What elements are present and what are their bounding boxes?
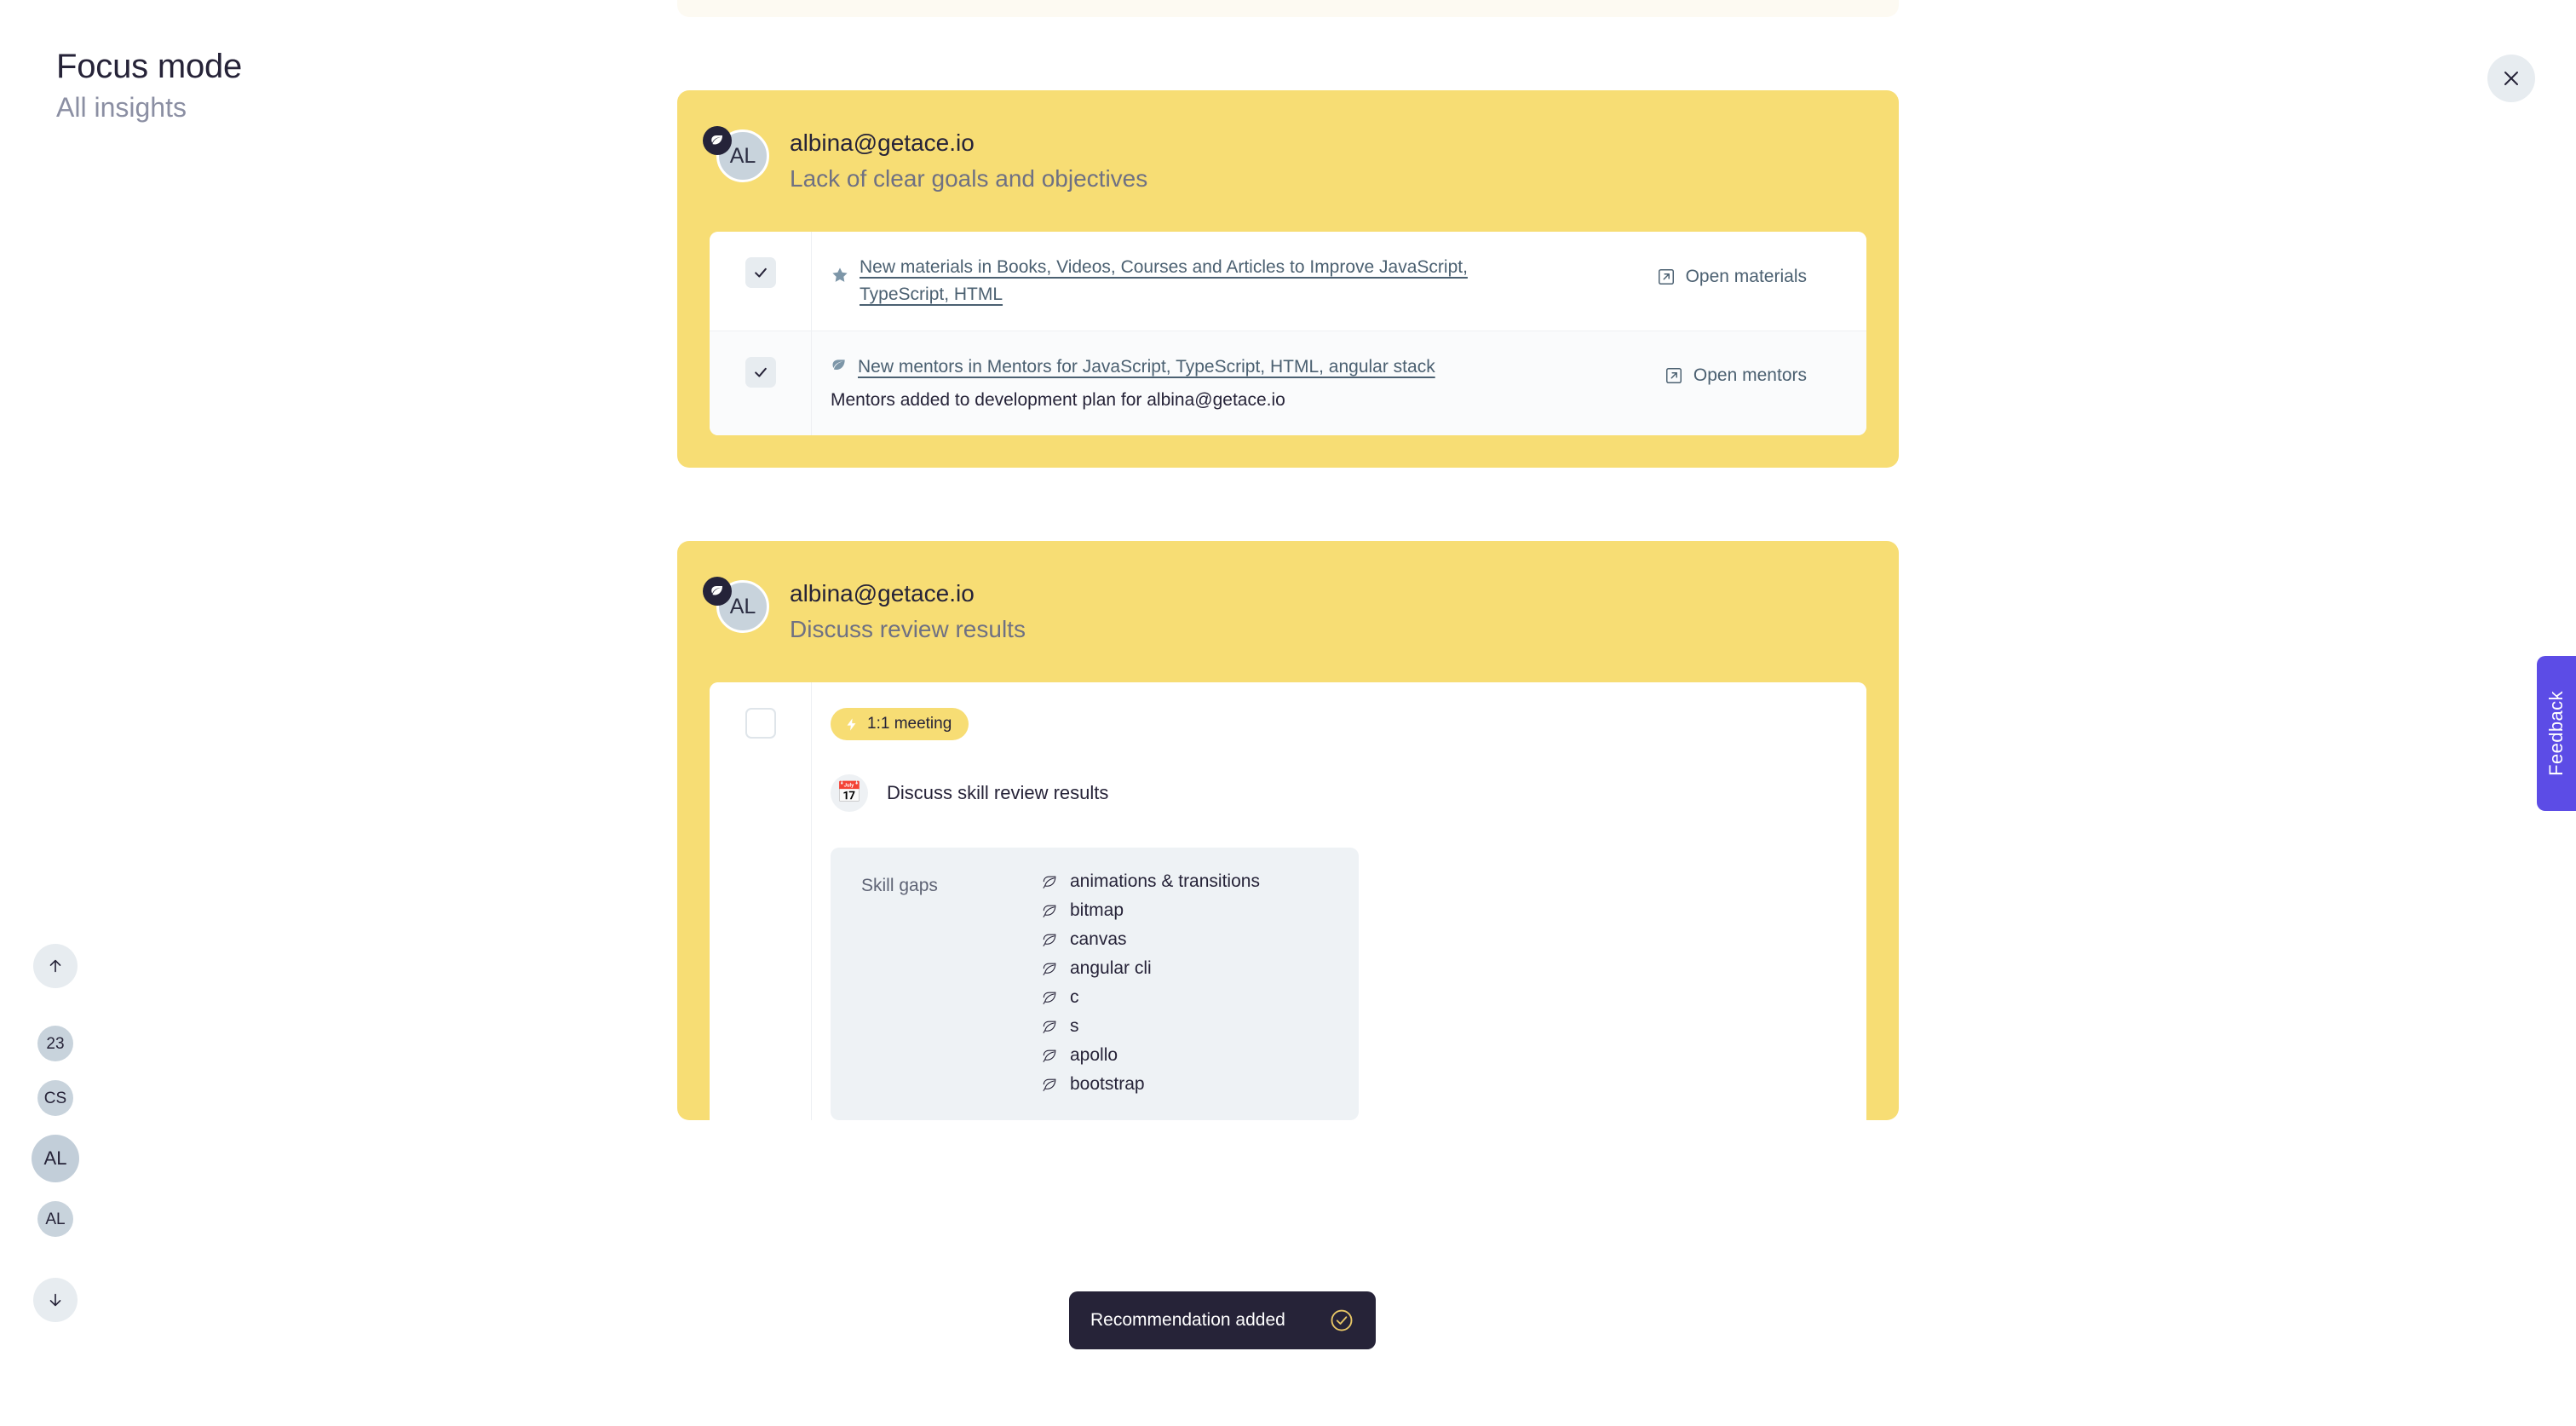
leaf-icon bbox=[1042, 1048, 1058, 1064]
arrow-up-icon bbox=[46, 957, 65, 975]
leaf-icon bbox=[1042, 1077, 1058, 1093]
rail-avatar-label: CS bbox=[43, 1089, 67, 1107]
skill-gap-item: apollo bbox=[1042, 1045, 1260, 1066]
insight-card-goals: AL albina@getace.io Lack of clear goals … bbox=[677, 90, 1899, 468]
toast-message: Recommendation added bbox=[1090, 1310, 1285, 1330]
rail-avatar-2-active[interactable]: AL bbox=[32, 1135, 79, 1182]
check-icon bbox=[752, 264, 769, 281]
skill-gap-label: apollo bbox=[1070, 1045, 1118, 1065]
scroll-up-button[interactable] bbox=[33, 944, 78, 988]
insight-card-review: AL albina@getace.io Discuss review resul… bbox=[677, 541, 1899, 1120]
card-body: 1:1 meeting 📅 Discuss skill review resul… bbox=[710, 682, 1866, 1120]
calendar-icon: 📅 bbox=[831, 774, 868, 812]
skill-gap-label: c bbox=[1070, 987, 1079, 1007]
leaf-icon bbox=[703, 577, 732, 606]
leaf-icon bbox=[1042, 874, 1058, 890]
card-email: albina@getace.io bbox=[790, 580, 975, 607]
skill-gap-label: bootstrap bbox=[1070, 1074, 1145, 1094]
toast-notification: Recommendation added bbox=[1069, 1291, 1376, 1349]
card-header-text: albina@getace.io Discuss review results bbox=[790, 577, 1026, 645]
rail-avatar-1[interactable]: CS bbox=[37, 1080, 73, 1116]
meeting-type-label: 1:1 meeting bbox=[867, 715, 952, 733]
row-checkbox-checked[interactable] bbox=[745, 257, 776, 288]
page-subtitle: All insights bbox=[56, 92, 187, 123]
leaf-icon bbox=[1042, 932, 1058, 948]
leaf-icon bbox=[703, 126, 732, 155]
check-icon bbox=[752, 364, 769, 381]
card-email: albina@getace.io bbox=[790, 129, 975, 156]
avatar: AL bbox=[703, 577, 769, 636]
arrow-down-icon bbox=[46, 1291, 65, 1309]
page-title: Focus mode bbox=[56, 48, 243, 85]
skill-gap-item: c bbox=[1042, 987, 1260, 1008]
card-body: New materials in Books, Videos, Courses … bbox=[710, 232, 1866, 435]
rail-avatar-label: AL bbox=[45, 1210, 66, 1228]
recommendation-subtext: Mentors added to development plan for al… bbox=[831, 390, 1285, 410]
page-header: Focus mode All insights bbox=[56, 46, 242, 124]
card-subtitle: Discuss review results bbox=[790, 616, 1026, 642]
row-checkbox-column bbox=[710, 682, 812, 1120]
meeting-row: 1:1 meeting 📅 Discuss skill review resul… bbox=[710, 682, 1866, 1120]
skill-gap-label: canvas bbox=[1070, 929, 1127, 949]
skill-gaps-list: animations & transitions bitmap canvas angu… bbox=[1042, 871, 1260, 1095]
open-mentors-label: Open mentors bbox=[1693, 365, 1807, 385]
avatar: AL bbox=[703, 126, 769, 186]
lightning-icon bbox=[844, 717, 859, 732]
leaf-icon bbox=[1042, 961, 1058, 977]
meeting-title: Discuss skill review results bbox=[887, 782, 1109, 803]
leaf-icon bbox=[1042, 990, 1058, 1006]
meeting-content: 1:1 meeting 📅 Discuss skill review resul… bbox=[812, 682, 1866, 1120]
close-button[interactable] bbox=[2487, 55, 2535, 102]
rail-avatar-label: AL bbox=[43, 1147, 67, 1169]
rail-avatar-0[interactable]: 23 bbox=[37, 1026, 73, 1061]
skill-gap-item: animations & transitions bbox=[1042, 871, 1260, 892]
open-materials-button[interactable]: Open materials bbox=[1657, 267, 1807, 287]
rail-avatar-3[interactable]: AL bbox=[37, 1201, 73, 1237]
left-rail: 23 CS AL AL bbox=[32, 944, 79, 1322]
insight-cards-column: AL albina@getace.io Lack of clear goals … bbox=[677, 0, 1899, 1120]
star-icon bbox=[831, 266, 849, 285]
skill-gap-item: s bbox=[1042, 1016, 1260, 1037]
recommendation-link[interactable]: New materials in Books, Videos, Courses … bbox=[860, 254, 1532, 308]
skill-gap-item: canvas bbox=[1042, 929, 1260, 950]
recommendation-row: New mentors in Mentors for JavaScript, T… bbox=[710, 331, 1866, 435]
row-checkbox-column bbox=[710, 232, 812, 331]
row-checkbox-unchecked[interactable] bbox=[745, 708, 776, 739]
leaf-icon bbox=[1042, 903, 1058, 919]
skill-gap-label: bitmap bbox=[1070, 900, 1124, 920]
meeting-type-badge: 1:1 meeting bbox=[831, 708, 969, 740]
leaf-icon bbox=[1042, 1019, 1058, 1035]
feedback-tab[interactable]: Feedback bbox=[2537, 656, 2576, 811]
skill-gap-label: s bbox=[1070, 1016, 1079, 1036]
skill-gaps-label: Skill gaps bbox=[861, 876, 938, 895]
leaf-icon bbox=[831, 357, 848, 374]
skill-gap-item: bootstrap bbox=[1042, 1074, 1260, 1095]
row-checkbox-column bbox=[710, 331, 812, 435]
open-materials-label: Open materials bbox=[1685, 267, 1807, 286]
recommendation-link[interactable]: New mentors in Mentors for JavaScript, T… bbox=[858, 354, 1435, 381]
row-checkbox-checked[interactable] bbox=[745, 357, 776, 388]
card-header: AL albina@getace.io Discuss review resul… bbox=[677, 541, 1899, 645]
skill-gap-label: animations & transitions bbox=[1070, 871, 1260, 891]
external-link-icon bbox=[1665, 366, 1683, 385]
card-header-text: albina@getace.io Lack of clear goals and… bbox=[790, 126, 1147, 194]
rail-avatar-label: 23 bbox=[46, 1034, 65, 1053]
scroll-down-button[interactable] bbox=[33, 1278, 78, 1322]
recommendation-row: New materials in Books, Videos, Courses … bbox=[710, 232, 1866, 331]
skill-gap-item: bitmap bbox=[1042, 900, 1260, 921]
meeting-title-row: 📅 Discuss skill review results bbox=[831, 774, 1866, 812]
insight-card-partial bbox=[677, 0, 1899, 17]
skill-gap-label: angular cli bbox=[1070, 958, 1152, 978]
close-icon bbox=[2501, 68, 2521, 89]
open-mentors-button[interactable]: Open mentors bbox=[1665, 365, 1807, 386]
check-circle-icon bbox=[1329, 1308, 1354, 1333]
skill-gap-item: angular cli bbox=[1042, 958, 1260, 979]
feedback-tab-label: Feedback bbox=[2545, 691, 2567, 776]
skill-gaps-panel: Skill gaps animations & transitions bitma… bbox=[831, 848, 1359, 1120]
card-subtitle: Lack of clear goals and objectives bbox=[790, 165, 1148, 192]
card-header: AL albina@getace.io Lack of clear goals … bbox=[677, 90, 1899, 194]
external-link-icon bbox=[1657, 267, 1676, 286]
